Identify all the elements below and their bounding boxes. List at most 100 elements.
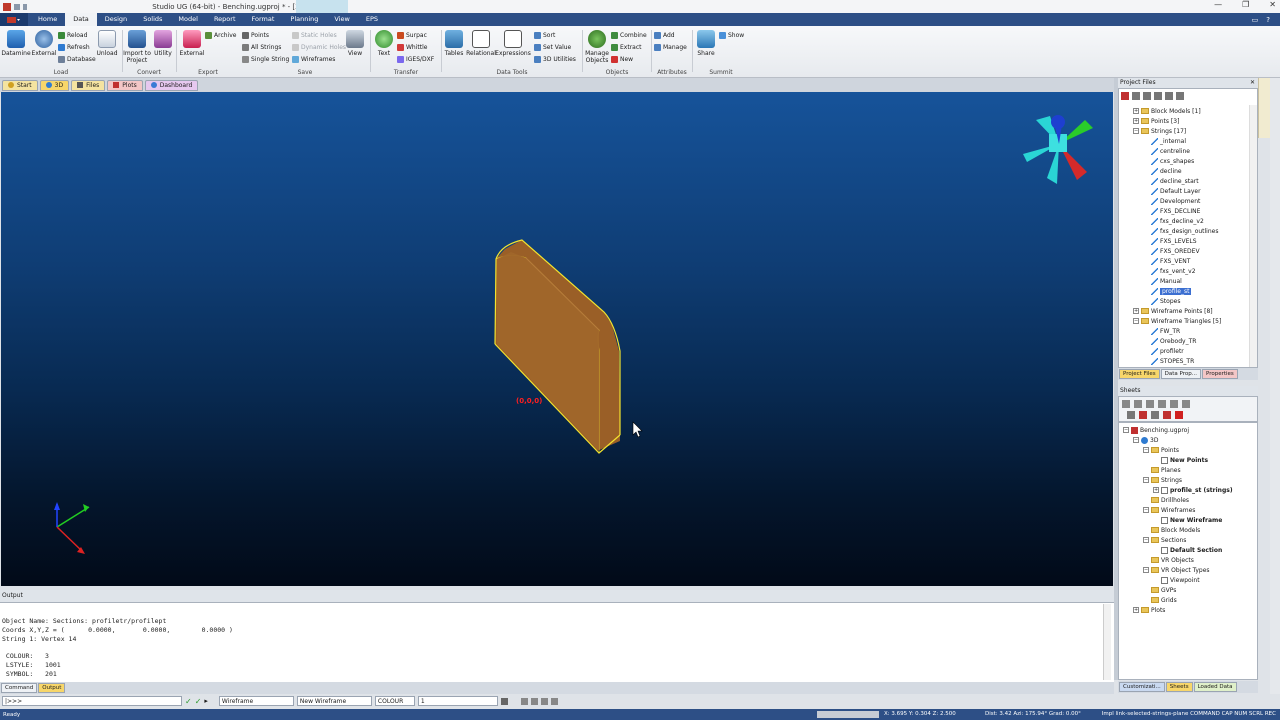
3d-utilities-button[interactable]: 3D Utilities [534,56,576,63]
toolbar-icon[interactable] [1121,92,1129,100]
orientation-widget-icon[interactable] [1023,115,1093,184]
project_files-item[interactable]: + Block Models [1] [1133,106,1201,116]
manage-attributes-button[interactable]: Manage [654,44,687,51]
sheets-item[interactable]: − Points [1143,445,1179,455]
project_files-item[interactable]: fxs_design_outlines [1143,226,1218,236]
project_files-item[interactable]: profile_st [1143,286,1192,296]
database-button[interactable]: Database [58,56,96,63]
tab-eps[interactable]: EPS [358,13,386,26]
tab-command[interactable]: Command [1,683,38,693]
minimize-button[interactable]: — [1214,0,1222,9]
external-export-button[interactable]: External [179,30,205,57]
expand-icon[interactable]: + [1153,487,1159,493]
object-name-select[interactable]: New Wireframe [296,696,372,706]
project_files-item[interactable]: Manual [1143,276,1182,286]
attribute-value-input[interactable]: 1 [417,696,498,706]
toolbar-icon[interactable] [1134,400,1142,408]
tool-icon[interactable] [550,697,558,705]
color-picker-icon[interactable] [500,697,508,705]
save-static-holes-button[interactable]: Static Holes [292,32,337,39]
project_files-item[interactable]: _internal [1143,136,1186,146]
tab-files[interactable]: Files [71,79,106,91]
tab-sheets[interactable]: Sheets [1165,682,1193,692]
sheets-item[interactable]: + Plots [1133,605,1165,615]
unload-button[interactable]: Unload [94,30,120,57]
expand-icon[interactable]: + [1133,118,1139,124]
application-menu-button[interactable] [0,13,28,26]
right-toolbar-strip[interactable] [1270,78,1280,708]
tool-icon[interactable] [520,697,528,705]
panel-close-icon[interactable]: ✕ [1250,78,1258,88]
relational-button[interactable]: Relational [466,30,496,57]
toolbar-icon[interactable] [1170,400,1178,408]
project_files-item[interactable]: FW_TR [1143,326,1180,336]
project_files-item[interactable]: cxs_shapes [1143,156,1194,166]
project_files-item[interactable]: centreline [1143,146,1190,156]
collapse-icon[interactable]: − [1143,537,1149,543]
accept-icon[interactable]: ✓ [185,697,192,706]
tab-3d[interactable]: 3D [39,79,70,91]
project_files-item[interactable]: Default Layer [1143,186,1201,196]
project_files-item[interactable]: FXS_LEVELS [1143,236,1197,246]
delete-icon[interactable] [1175,411,1183,419]
tab-project-files[interactable]: Project Files [1119,369,1160,379]
toolbar-icon[interactable] [1163,411,1171,419]
project_files-item[interactable]: FXS_DECLINE [1143,206,1200,216]
save-single-string-button[interactable]: Single String [242,56,289,63]
close-button[interactable]: ✕ [1269,0,1276,9]
project_files-item[interactable]: fxs_vent_v2 [1143,266,1196,276]
project_files-item[interactable]: − Wireframe Triangles [5] [1133,316,1221,326]
tab-data-properties[interactable]: Data Prop... [1160,369,1201,379]
run-icon[interactable]: ▸ [204,697,208,705]
toolbar-icon[interactable] [1165,92,1173,100]
sheets-item[interactable]: Block Models [1143,525,1200,535]
toolbar-icon[interactable] [1139,411,1147,419]
collapse-icon[interactable]: − [1133,128,1139,134]
project_files-item[interactable]: + Wireframe Points [8] [1133,306,1213,316]
sheets-item[interactable]: − Benching.ugproj [1123,425,1189,435]
project-files-scrollbar[interactable] [1249,105,1257,367]
toolbar-icon[interactable] [1176,92,1184,100]
project_files-item[interactable]: fxs_decline_v2 [1143,216,1204,226]
tab-data[interactable]: Data [65,13,97,26]
sheets-item[interactable]: + profile_st (strings) [1153,485,1233,495]
save-points-button[interactable]: Points [242,32,269,39]
object-type-select[interactable]: Wireframe [218,696,294,706]
iges-dxf-button[interactable]: IGES/DXF [397,56,434,63]
project_files-item[interactable]: Stopes [1143,296,1180,306]
external-load-button[interactable]: External [31,30,57,57]
tab-home[interactable]: Home [30,13,65,26]
output-scrollbar[interactable] [1103,604,1111,680]
toolbar-icon[interactable] [1154,92,1162,100]
utility-button[interactable]: Utility [152,30,174,57]
project_files-item[interactable]: decline_start [1143,176,1199,186]
tables-button[interactable]: Tables [442,30,466,57]
tab-dashboard[interactable]: Dashboard [144,79,199,91]
apply-icon[interactable]: ✓ [195,697,202,706]
archive-button[interactable]: Archive [205,32,236,39]
sheets-item[interactable]: New Points [1153,455,1208,465]
toolbar-icon[interactable] [1143,92,1151,100]
sheets-item[interactable]: New Wireframe [1153,515,1222,525]
datamine-button[interactable]: Datamine [1,30,31,57]
sheets-item[interactable]: − Strings [1143,475,1182,485]
command-input[interactable]: |>>> [2,696,182,706]
expand-icon[interactable]: + [1133,108,1139,114]
collapse-icon[interactable]: − [1143,447,1149,453]
collapse-icon[interactable]: − [1143,507,1149,513]
tab-planning[interactable]: Planning [282,13,326,26]
sheets-item[interactable]: − Sections [1143,535,1186,545]
save-wireframes-button[interactable]: Wireframes [292,56,335,63]
project_files-item[interactable]: profiletr [1143,346,1184,356]
help-icon[interactable]: ? [1266,16,1270,24]
project_files-item[interactable]: − Strings [17] [1133,126,1186,136]
tab-solids[interactable]: Solids [135,13,170,26]
refresh-button[interactable]: Refresh [58,44,90,51]
project_files-item[interactable]: decline [1143,166,1182,176]
save-view-button[interactable]: View [344,30,366,57]
toolbar-icon[interactable] [1151,411,1159,419]
toolbar-icon[interactable] [1182,400,1190,408]
reload-button[interactable]: Reload [58,32,87,39]
collapse-icon[interactable]: − [1133,437,1139,443]
sheets-item[interactable]: Default Section [1153,545,1222,555]
